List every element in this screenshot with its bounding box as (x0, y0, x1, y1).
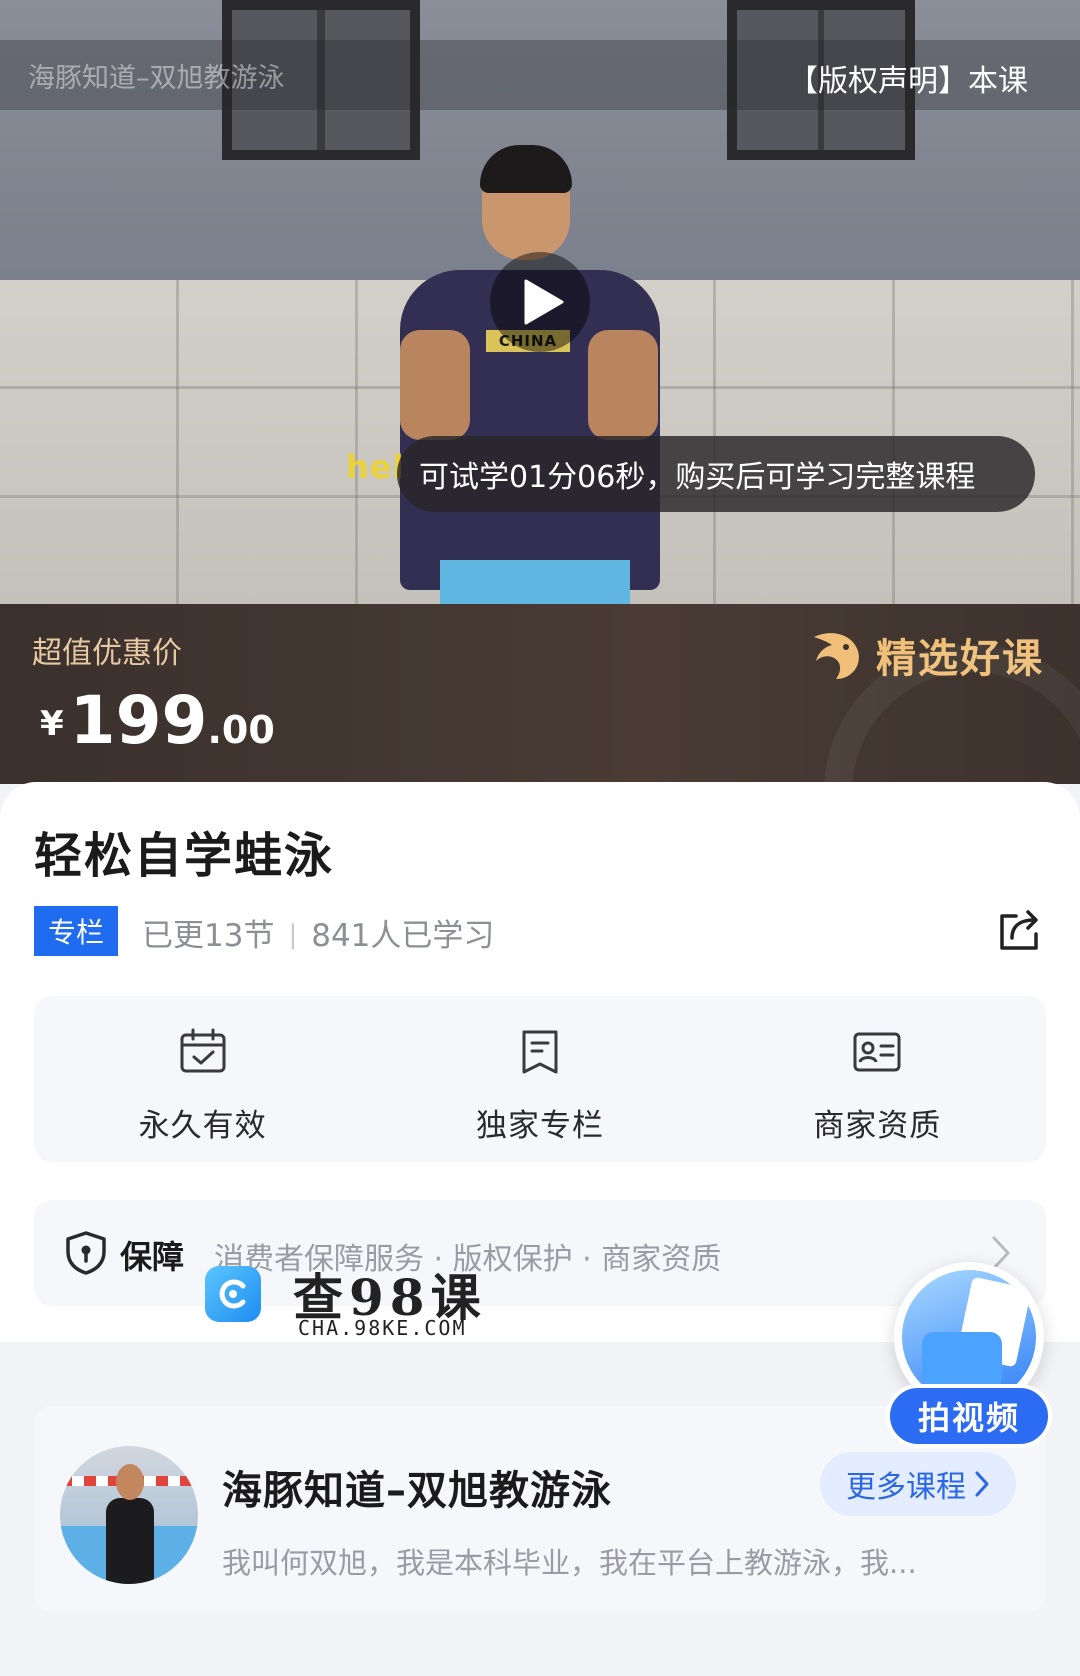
column-tag: 专栏 (34, 906, 118, 956)
play-button[interactable] (490, 252, 590, 352)
update-count: 已更13节 (142, 918, 275, 954)
feature-exclusive[interactable]: 独家专栏 (371, 996, 708, 1162)
feature-panel: 永久有效 独家专栏 商家资质 (34, 996, 1046, 1162)
featured-badge: 精选好课 (808, 626, 1044, 684)
guarantee-title: 保障 (120, 1238, 185, 1276)
video-watermark: 海豚知道–双旭教游泳 (28, 63, 285, 94)
course-meta: 已更13节 | 841人已学习 (142, 918, 495, 954)
teacher-description: 我叫何双旭，我是本科毕业，我在平台上教游泳，我... (222, 1546, 917, 1580)
play-icon (524, 279, 564, 325)
record-video-label: 拍视频 (886, 1384, 1052, 1448)
chevron-right-icon (975, 1471, 989, 1497)
record-video-button[interactable]: 拍视频 (886, 1262, 1052, 1448)
course-title: 轻松自学蛙泳 (34, 828, 335, 884)
share-icon[interactable] (994, 904, 1046, 956)
feature-merchant[interactable]: 商家资质 (709, 996, 1046, 1162)
feature-lifetime[interactable]: 永久有效 (34, 996, 371, 1162)
avatar[interactable] (60, 1446, 198, 1584)
id-card-icon (853, 1032, 901, 1072)
feature-label: 商家资质 (813, 1108, 942, 1144)
price-value: ¥199.00 (40, 682, 275, 759)
more-courses-button[interactable]: 更多课程 (820, 1452, 1016, 1516)
bookmark-doc-icon (522, 1030, 558, 1074)
calendar-check-icon (180, 1028, 226, 1073)
copyright-notice[interactable]: 【版权声明】本课 (788, 56, 1028, 100)
teacher-name: 海豚知道–双旭教游泳 (222, 1468, 612, 1514)
site-logo-icon (205, 1266, 261, 1322)
dolphin-logo-icon (814, 633, 859, 679)
learner-count: 841人已学习 (311, 918, 495, 954)
price-label: 超值优惠价 (32, 636, 182, 671)
video-player[interactable]: CHINA 海豚知道–双旭教游泳 【版权声明】本课 hel 可试学01分06秒，… (0, 0, 1080, 605)
feature-label: 永久有效 (138, 1108, 267, 1144)
price-banner: 超值优惠价 ¥199.00 精选好课 (0, 604, 1080, 784)
course-info-card: 轻松自学蛙泳 专栏 已更13节 | 841人已学习 永久有效 独家专栏 商家资质… (0, 782, 1080, 1342)
trial-notice: 可试学01分06秒，购买后可学习完整课程 (397, 436, 1035, 512)
site-watermark-url: CHA.98KE.COM (298, 1316, 467, 1340)
feature-label: 独家专栏 (475, 1108, 604, 1144)
shield-icon (66, 1231, 106, 1275)
video-subtitle: hel (346, 448, 405, 486)
